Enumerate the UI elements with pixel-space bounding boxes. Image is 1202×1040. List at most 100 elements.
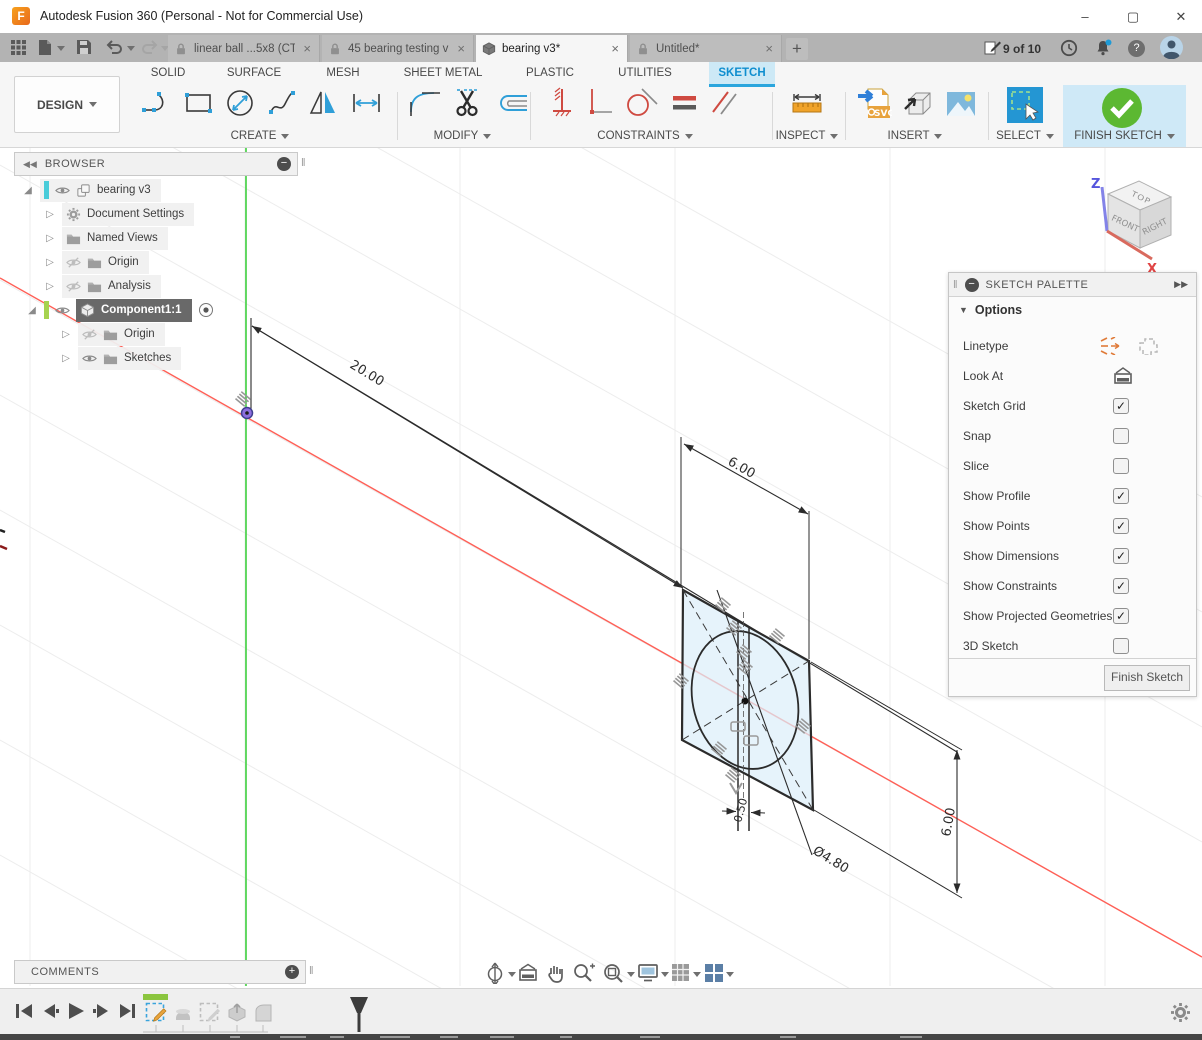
workspace-tab-sheet-metal[interactable]: SHEET METAL [388,63,498,84]
document-tab-4[interactable]: Untitled* × [630,35,782,62]
workspace-tab-sketch-active[interactable]: SKETCH [687,63,797,84]
snap-checkbox[interactable] [1113,428,1129,444]
browser-row-component1-selected[interactable]: ◢ Component1:1 [14,298,314,322]
insert-group-label[interactable]: INSERT [850,130,980,142]
save-icon[interactable] [76,39,92,55]
window-close-button[interactable]: ✕ [1159,4,1202,30]
sketch-grid-checkbox[interactable]: ✓ [1113,398,1129,414]
select-group-label[interactable]: SELECT [985,130,1065,142]
timeline-step-forward-button[interactable] [92,1003,112,1019]
tangent-constraint-icon[interactable] [624,86,660,119]
expand-icon[interactable]: ▷ [60,329,72,340]
circle-tool-icon[interactable] [224,86,257,119]
sketch-dimension-tool-icon[interactable] [350,86,383,119]
timeline-skip-start-button[interactable] [14,1003,34,1019]
finish-sketch-button[interactable]: Finish Sketch [1104,665,1190,691]
document-tab-1[interactable]: linear ball ...5x8 (CTC) v2 × [168,35,320,62]
show-points-checkbox[interactable]: ✓ [1113,518,1129,534]
display-settings-icon[interactable] [637,963,659,983]
look-at-nav-icon[interactable] [518,963,539,983]
finish-sketch-check-icon[interactable] [1100,86,1144,130]
timeline-feature-form-suppressed[interactable] [172,1002,195,1025]
show-projected-geometries-checkbox[interactable]: ✓ [1113,608,1129,624]
browser-row-analysis[interactable]: ▷ Analysis [14,274,314,298]
constraints-group-label[interactable]: CONSTRAINTS [560,130,730,142]
spline-tool-icon[interactable] [266,86,299,119]
orbit-dropdown-icon[interactable] [508,972,516,977]
help-icon[interactable]: ? [1128,40,1145,57]
offset-tool-icon[interactable] [494,86,530,119]
measure-tool-icon[interactable] [790,86,824,119]
grid-dropdown-icon[interactable] [693,972,701,977]
window-minimize-button[interactable]: – [1063,4,1107,30]
expand-icon[interactable]: ▷ [60,353,72,364]
document-tab-3-active[interactable]: bearing v3* × [476,35,628,62]
viewports-dropdown-icon[interactable] [726,972,734,977]
notification-bell-icon[interactable] [1094,39,1114,57]
display-dropdown-icon[interactable] [661,972,669,977]
coincident-constraint-icon[interactable] [548,86,576,119]
expand-icon[interactable]: ▷ [44,257,56,268]
slice-checkbox[interactable] [1113,458,1129,474]
browser-row-document-settings[interactable]: ▷ Document Settings [14,202,314,226]
fit-icon[interactable] [602,962,624,984]
workspace-tab-mesh[interactable]: MESH [288,63,398,84]
workspace-tab-utilities[interactable]: UTILITIES [590,63,700,84]
undo-dropdown-icon[interactable] [127,46,135,51]
expand-icon[interactable]: ▷ [44,281,56,292]
browser-header[interactable]: ◀◀ BROWSER − [14,152,298,176]
create-group-label[interactable]: CREATE [160,130,360,142]
options-section-header[interactable]: ▼ Options [959,303,1022,317]
zoom-icon[interactable] [572,962,596,984]
insert-canvas-image-icon[interactable] [944,87,978,121]
equal-constraint-icon[interactable] [669,86,699,119]
show-profile-checkbox[interactable]: ✓ [1113,488,1129,504]
inspect-group-label[interactable]: INSPECT [768,130,846,142]
expand-icon[interactable]: ▷ [44,233,56,244]
user-avatar[interactable] [1160,36,1183,59]
timeline-settings-gear-icon[interactable] [1170,1002,1191,1023]
comments-bar[interactable]: COMMENTS + [14,960,306,984]
file-menu-dropdown-icon[interactable] [57,46,65,51]
browser-row-origin[interactable]: ▷ Origin [14,250,314,274]
expand-icon[interactable]: ▷ [44,209,56,220]
expand-icon[interactable]: ◢ [26,305,38,316]
visibility-eye-icon[interactable] [55,183,70,198]
timeline-feature-fillet-suppressed[interactable] [252,1002,275,1025]
window-maximize-button[interactable]: ▢ [1111,4,1155,30]
document-tab-2[interactable]: 45 bearing testing v6* × [322,35,474,62]
visibility-off-icon[interactable] [82,327,97,342]
redo-icon[interactable] [141,39,158,55]
show-constraints-checkbox[interactable]: ✓ [1113,578,1129,594]
browser-row-sketches[interactable]: ▷ Sketches [14,346,314,370]
timeline-feature-extrude-suppressed[interactable] [226,1002,249,1025]
add-comment-icon[interactable]: + [285,965,299,979]
activate-component-radio[interactable] [198,302,214,318]
browser-row-component-origin[interactable]: ▷ Origin [14,322,314,346]
fit-dropdown-icon[interactable] [627,972,635,977]
insert-derive-icon[interactable] [901,87,935,121]
visibility-off-icon[interactable] [66,255,81,270]
projected-linetype-icon[interactable] [1137,336,1159,355]
expand-icon[interactable]: ◢ [22,185,34,196]
show-dimensions-checkbox[interactable]: ✓ [1113,548,1129,564]
browser-minimize-icon[interactable]: − [277,157,291,171]
tab-close-icon[interactable]: × [301,41,313,56]
insert-svg-icon[interactable]: SVG [856,86,892,122]
construction-linetype-icon[interactable] [1099,337,1121,355]
finish-sketch-group-label[interactable]: FINISH SKETCH [1063,130,1186,142]
tab-close-icon[interactable]: × [455,41,467,56]
timeline-play-button[interactable] [66,1002,86,1020]
browser-collapse-icon[interactable]: ◀◀ [23,159,37,170]
orbit-icon[interactable] [484,962,506,984]
palette-collapse-icon[interactable]: ▶▶ [1174,279,1188,290]
workspace-tab-plastic[interactable]: PLASTIC [495,63,605,84]
comments-grip-icon[interactable]: ‖ [309,965,314,977]
rectangle-tool-icon[interactable] [182,86,215,119]
job-status-clock-icon[interactable] [1060,39,1078,57]
timeline-step-back-button[interactable] [40,1003,60,1019]
sketch-palette-header[interactable]: ‖ − SKETCH PALETTE ▶▶ [949,273,1196,297]
origin-point[interactable] [242,408,253,419]
palette-grip-icon[interactable]: ‖ [953,279,958,291]
select-tool-icon[interactable] [1006,86,1044,124]
